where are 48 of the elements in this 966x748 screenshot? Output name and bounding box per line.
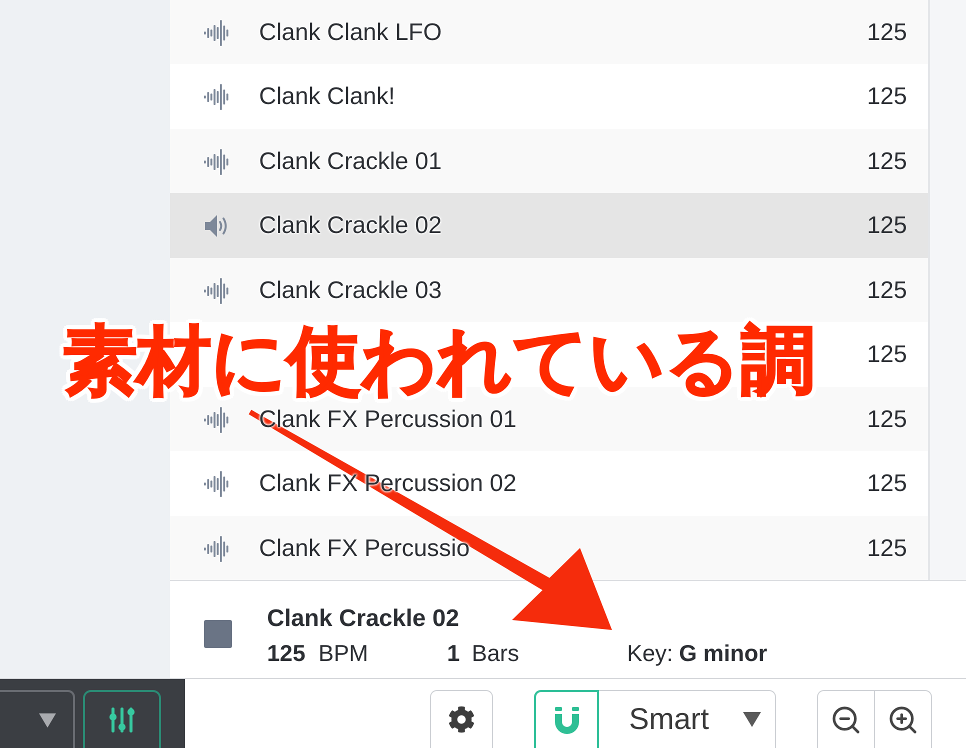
loop-tempo: 125 [866, 19, 907, 47]
waveform-icon [204, 536, 228, 562]
waveform-icon [204, 278, 228, 304]
loop-tempo: 125 [866, 406, 907, 434]
loop-name: Clank Clank LFO [259, 19, 442, 47]
loop-tempo: 125 [866, 212, 907, 240]
loop-tempo: 125 [866, 276, 907, 305]
dropdown[interactable] [0, 690, 75, 748]
waveform-icon [204, 406, 228, 433]
sliders-icon [109, 706, 135, 734]
loop-tempo: 125 [866, 148, 907, 176]
waveform-icon [204, 84, 228, 110]
zoom-out-icon [830, 704, 862, 736]
waveform-icon [204, 148, 228, 175]
settings-icon [448, 706, 475, 733]
preview-title: Clank Crackle 02 [267, 605, 460, 633]
caret-icon [743, 712, 761, 727]
loop-name: Clank Crackle 02 [259, 212, 442, 240]
speaker-icon [204, 214, 228, 238]
loop-name: Clank Clank! [259, 83, 396, 112]
loop-tempo: 125 [866, 341, 907, 370]
key-value: G minor [679, 639, 768, 667]
loop-row[interactable]: Clank Crackle 01 125 [170, 128, 928, 194]
loop-name: Clank FX Percussio [259, 534, 470, 562]
snap-mode-dropdown[interactable]: Smart [599, 690, 776, 748]
loop-row[interactable]: Clank FX Percussio 125 [170, 516, 928, 580]
zoom-out-button[interactable] [817, 690, 875, 748]
loop-row[interactable]: Clank Clank LFO 125 [170, 0, 928, 64]
zoom-in-button[interactable] [875, 690, 932, 748]
zoom-in-icon [887, 704, 919, 736]
loop-name: Clank Crackle 03 [259, 276, 442, 305]
tempo-value: 125 [267, 639, 306, 667]
loop-tempo: 125 [866, 534, 907, 562]
loop-tempo: 125 [866, 470, 907, 498]
bars-unit: Bars [472, 639, 520, 667]
magnet-icon [554, 706, 578, 734]
bars-value: 1 [447, 639, 460, 667]
loop-tempo: 125 [866, 83, 907, 112]
loop-row[interactable]: Clank Crackle 02 125 [170, 193, 928, 258]
caret-icon [39, 712, 56, 728]
key-label: Key: [627, 639, 674, 667]
loop-name: Clank Crackle 01 [259, 148, 442, 176]
loop-row[interactable]: Clank Crackle 03 125 [170, 258, 928, 322]
tempo-unit: BPM [318, 639, 368, 667]
settings-button[interactable] [430, 690, 493, 748]
waveform-icon [204, 20, 228, 46]
mixer-button[interactable] [83, 690, 161, 748]
waveform-icon [204, 471, 228, 498]
